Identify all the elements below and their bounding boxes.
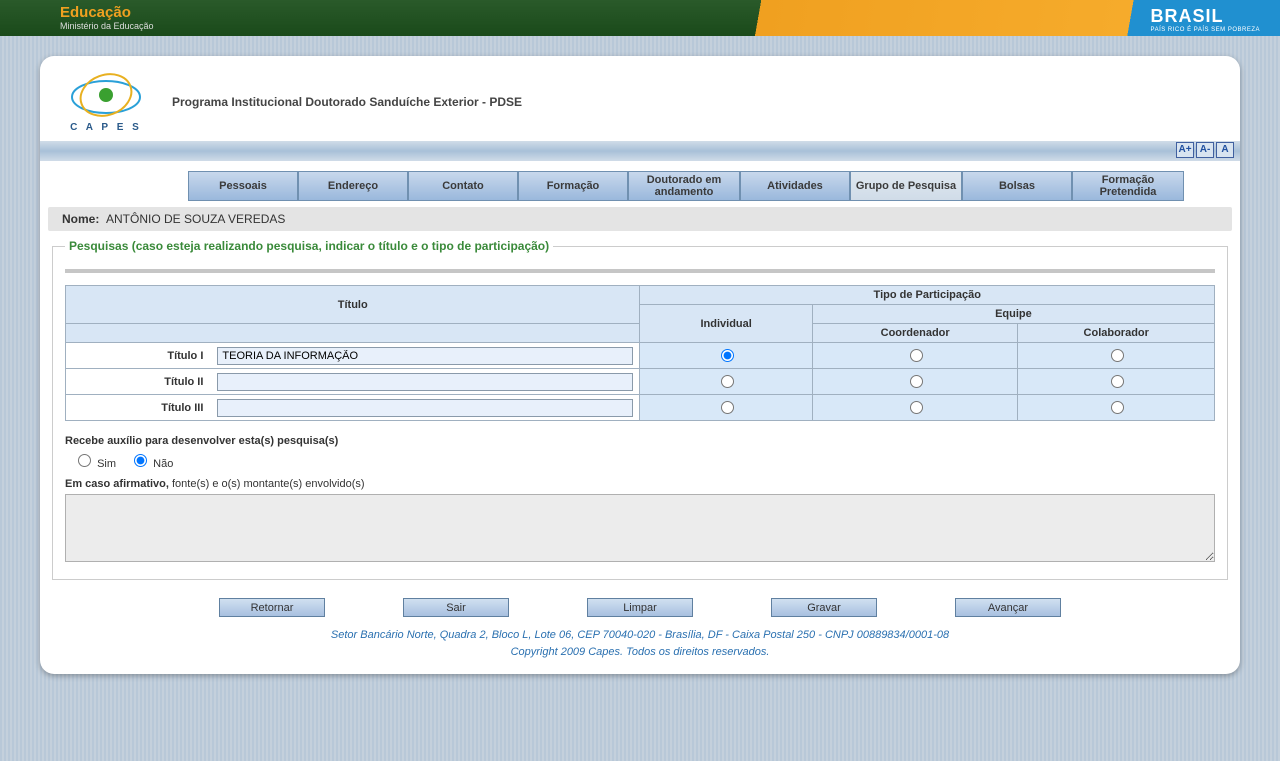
tab-bolsas[interactable]: Bolsas: [962, 171, 1072, 201]
th-individual: Individual: [640, 305, 812, 343]
avancar-button[interactable]: Avançar: [955, 598, 1061, 617]
tab-pessoais[interactable]: Pessoais: [188, 171, 298, 201]
th-equipe: Equipe: [812, 305, 1214, 324]
divider: [65, 269, 1215, 273]
auxilio-hint: Em caso afirmativo, fonte(s) e o(s) mont…: [65, 478, 1215, 490]
row3-individual-radio[interactable]: [721, 401, 734, 414]
tab-contato[interactable]: Contato: [408, 171, 518, 201]
tab-formacao[interactable]: Formação: [518, 171, 628, 201]
research-table: Título Tipo de Participação Individual E…: [65, 285, 1215, 421]
name-bar: Nome: ANTÔNIO DE SOUZA VEREDAS: [48, 207, 1232, 231]
name-label: Nome:: [62, 212, 99, 226]
row2-colaborador-radio[interactable]: [1111, 375, 1124, 388]
auxilio-block: Recebe auxílio para desenvolver esta(s) …: [65, 435, 1215, 565]
titulo-2-input[interactable]: [217, 373, 633, 391]
font-larger-button[interactable]: A+: [1176, 142, 1194, 158]
gov-banner: Educação Ministério da Educação BRASIL P…: [0, 0, 1280, 36]
row1-label: Título I: [66, 343, 212, 369]
th-colaborador: Colaborador: [1018, 324, 1215, 343]
edu-subtitle: Ministério da Educação: [60, 21, 154, 31]
font-smaller-button[interactable]: A-: [1196, 142, 1214, 158]
row3-colaborador-radio[interactable]: [1111, 401, 1124, 414]
row1-colaborador-radio[interactable]: [1111, 349, 1124, 362]
th-tipo: Tipo de Participação: [640, 286, 1215, 305]
tab-endereco[interactable]: Endereço: [298, 171, 408, 201]
titulo-1-input[interactable]: [217, 347, 633, 365]
row2-coordenador-radio[interactable]: [910, 375, 923, 388]
th-coordenador: Coordenador: [812, 324, 1018, 343]
capes-logo: C A P E S: [58, 70, 154, 133]
tab-doutorado[interactable]: Doutorado em andamento: [628, 171, 740, 201]
auxilio-textarea[interactable]: [65, 494, 1215, 562]
tab-atividades[interactable]: Atividades: [740, 171, 850, 201]
footer: Setor Bancário Norte, Quadra 2, Bloco L,…: [40, 627, 1240, 660]
button-row: Retornar Sair Limpar Gravar Avançar: [40, 598, 1240, 617]
panel-header: C A P E S Programa Institucional Doutora…: [40, 56, 1240, 137]
nav-tabs: Pessoais Endereço Contato Formação Douto…: [188, 171, 1240, 201]
th-titulo: Título: [66, 286, 640, 324]
capes-caption: C A P E S: [70, 122, 142, 133]
program-title: Programa Institucional Doutorado Sanduíc…: [172, 95, 522, 109]
sair-button[interactable]: Sair: [403, 598, 509, 617]
auxilio-question: Recebe auxílio para desenvolver esta(s) …: [65, 435, 1215, 447]
row1-coordenador-radio[interactable]: [910, 349, 923, 362]
gravar-button[interactable]: Gravar: [771, 598, 877, 617]
edu-title: Educação: [60, 4, 131, 21]
row3-coordenador-radio[interactable]: [910, 401, 923, 414]
row2-label: Título II: [66, 369, 212, 395]
blue-strip: A+ A- A: [40, 141, 1240, 161]
edu-block: Educação Ministério da Educação: [60, 5, 154, 31]
pesquisas-fieldset: Pesquisas (caso esteja realizando pesqui…: [52, 239, 1228, 580]
tab-grupo-pesquisa[interactable]: Grupo de Pesquisa: [850, 171, 962, 201]
main-panel: C A P E S Programa Institucional Doutora…: [40, 56, 1240, 674]
footer-address: Setor Bancário Norte, Quadra 2, Bloco L,…: [40, 627, 1240, 644]
tab-formacao-pretendida[interactable]: Formação Pretendida: [1072, 171, 1184, 201]
row3-label: Título III: [66, 395, 212, 421]
auxilio-nao-label[interactable]: Não: [129, 458, 173, 470]
auxilio-nao-radio[interactable]: [134, 454, 147, 467]
brasil-logo: BRASIL PAÍS RICO É PAÍS SEM POBREZA: [1151, 6, 1260, 33]
font-normal-button[interactable]: A: [1216, 142, 1234, 158]
titulo-3-input[interactable]: [217, 399, 633, 417]
auxilio-sim-radio[interactable]: [78, 454, 91, 467]
pesquisas-legend: Pesquisas (caso esteja realizando pesqui…: [65, 239, 553, 253]
name-value: ANTÔNIO DE SOUZA VEREDAS: [106, 212, 285, 226]
row2-individual-radio[interactable]: [721, 375, 734, 388]
footer-copyright: Copyright 2009 Capes. Todos os direitos …: [40, 644, 1240, 661]
row1-individual-radio[interactable]: [721, 349, 734, 362]
auxilio-sim-label[interactable]: Sim: [73, 458, 116, 470]
retornar-button[interactable]: Retornar: [219, 598, 325, 617]
font-controls: A+ A- A: [1176, 142, 1234, 158]
limpar-button[interactable]: Limpar: [587, 598, 693, 617]
